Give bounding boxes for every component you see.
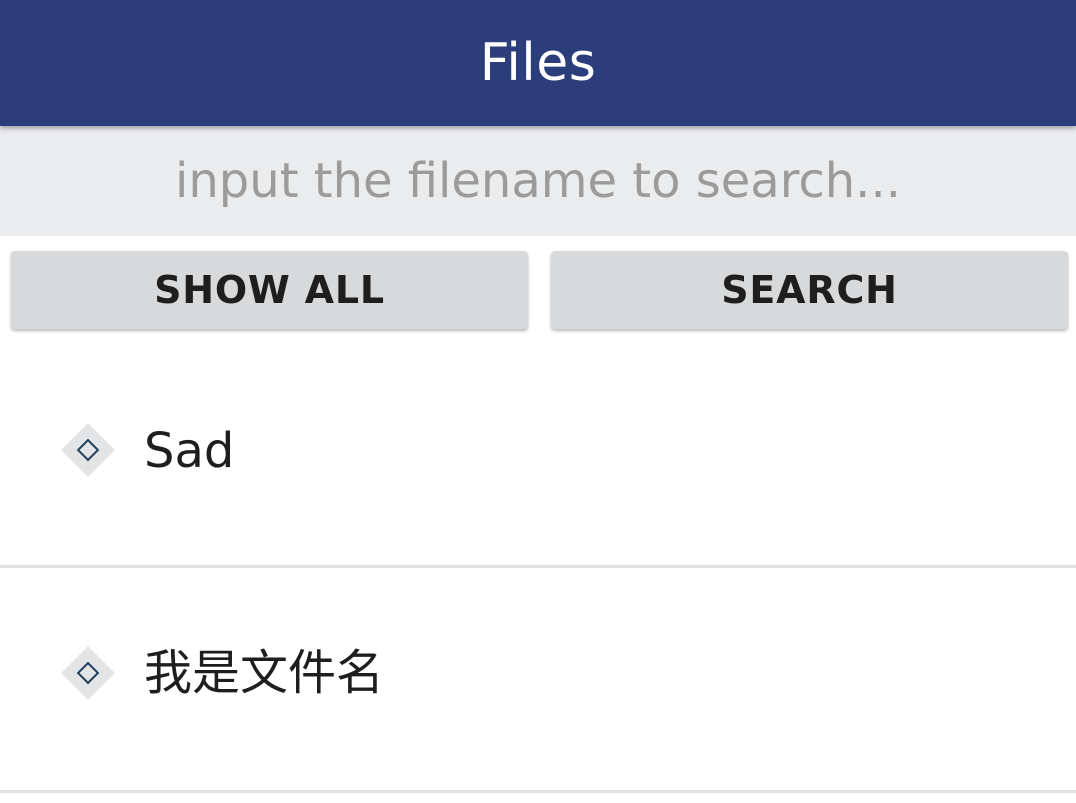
search-input[interactable] <box>36 152 1040 210</box>
show-all-button[interactable]: SHOW ALL <box>11 251 528 329</box>
file-list-item[interactable]: 我是文件名 <box>0 568 1076 793</box>
page-title: Files <box>479 33 597 93</box>
app-bar: Files <box>0 0 1076 126</box>
search-bar <box>0 126 1076 236</box>
diamond-file-icon <box>61 423 115 477</box>
file-name: Sad <box>144 423 235 479</box>
file-list: Sad 我是文件名 <box>0 340 1076 793</box>
diamond-file-icon <box>61 646 115 700</box>
file-name: 我是文件名 <box>144 645 385 701</box>
search-button[interactable]: SEARCH <box>551 251 1068 329</box>
file-list-item[interactable]: Sad <box>0 340 1076 568</box>
